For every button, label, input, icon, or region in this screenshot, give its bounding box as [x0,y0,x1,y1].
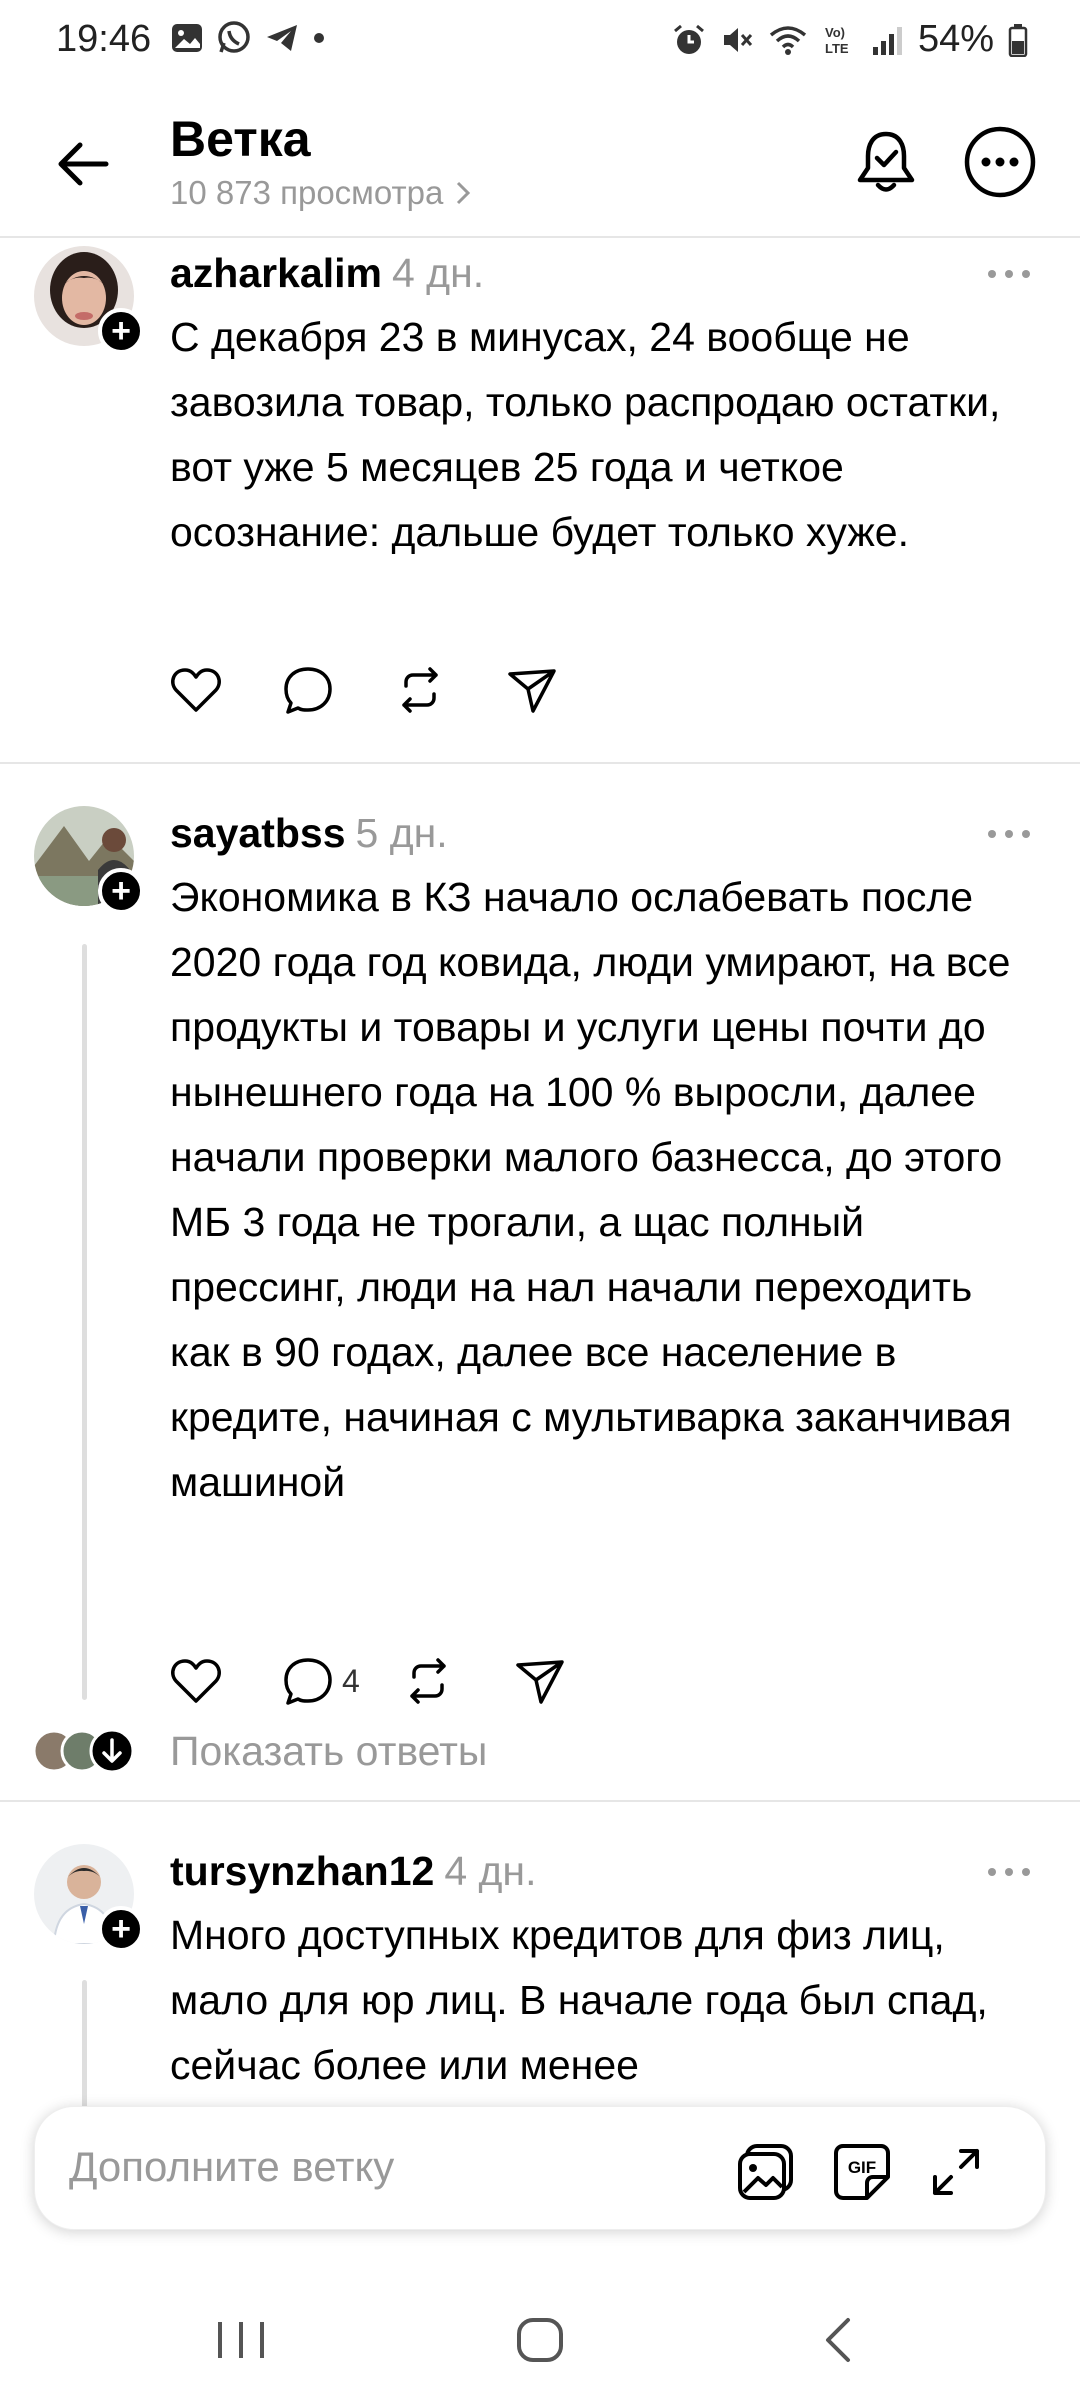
back-button[interactable] [48,128,120,200]
more-dots-icon [988,270,1030,278]
wifi-icon [769,25,807,55]
more-dots-icon [988,830,1030,838]
send-icon [508,669,556,713]
notification-icons [170,20,326,56]
show-replies-link[interactable]: Показать ответы [170,1728,487,1775]
gif-button[interactable]: GIF [831,2141,893,2203]
repost-icon [410,1658,446,1704]
show-replies-row[interactable]: Показать ответы [0,1716,1080,1786]
battery-icon [1008,23,1028,57]
back-chevron-icon [826,2318,850,2362]
repost-button[interactable] [392,660,448,720]
post-time: 5 дн. [355,810,448,856]
heart-icon [171,668,221,712]
post-text: Экономика в КЗ начало ослабевать после 2… [170,874,1012,1505]
post-actions [168,660,616,720]
repost-button[interactable] [400,1651,456,1711]
post-more-button[interactable] [984,1862,1034,1882]
repost-icon [402,667,438,713]
mute-icon [723,27,753,52]
dot-icon [314,33,324,43]
expand-composer-button[interactable] [925,2141,987,2203]
post-time: 4 дн. [391,250,485,296]
more-options-button[interactable] [962,124,1038,200]
post-divider [0,1800,1080,1802]
heart-icon [171,1659,221,1703]
chevron-right-icon [457,181,471,205]
signal-icon [872,26,902,55]
send-icon [516,1660,564,1704]
status-time: 19:46 [56,18,152,60]
post-actions: 4 [168,1651,624,1711]
reply-composer: GIF [34,2106,1046,2230]
thread-header: Ветка 10 873 просмотра [0,80,1080,238]
more-dots-icon [988,1868,1030,1876]
share-button[interactable] [504,660,560,720]
bell-check-icon [857,131,915,192]
share-button[interactable] [512,1651,568,1711]
system-nav-bar [0,2270,1080,2400]
notifications-button[interactable] [848,124,924,200]
thread-line [82,944,87,1700]
username[interactable]: tursynzhan12 [170,1848,434,1894]
follow-button[interactable]: + [98,868,144,914]
post-text: С декабря 23 в минусах, 24 вообще не зав… [170,314,1001,555]
arrow-left-icon [58,142,109,186]
volte-icon: Vo)LTE [825,25,849,56]
post-text: Много доступных кредитов для физ лиц, ма… [170,1912,988,2088]
attach-image-button[interactable] [735,2141,797,2203]
recent-apps-button[interactable] [206,2310,276,2370]
reply-avatars [32,1726,144,1776]
like-button[interactable] [168,660,224,720]
status-bar: 19:46 Vo) LTE 54% [0,0,1080,80]
more-horizontal-icon [964,126,1036,198]
reply-avatar-stack [32,1728,135,1774]
battery-percent: 54% [917,18,994,60]
reply-button[interactable]: 4 [280,1651,360,1711]
gallery-icon [172,24,202,52]
post-author[interactable]: tursynzhan12 4 дн. [170,1848,536,1895]
username[interactable]: azharkalim [170,250,382,296]
views-count: 10 873 просмотра [170,174,444,211]
reply-input[interactable] [69,2143,709,2191]
post-more-button[interactable] [984,824,1034,844]
gif-icon: GIF [834,2144,890,2200]
follow-button[interactable]: + [98,1906,144,1952]
post-more-button[interactable] [984,264,1034,284]
recents-icon [218,2322,264,2358]
system-back-button[interactable] [804,2310,874,2370]
home-button[interactable] [505,2310,575,2370]
like-button[interactable] [168,1651,224,1711]
post-time: 4 дн. [444,1848,537,1894]
alarm-icon [673,24,704,54]
comment-icon [284,667,332,714]
views-link[interactable]: 10 873 просмотра [170,174,473,212]
reply-count: 4 [342,1662,360,1699]
system-status: Vo) LTE 54% [672,18,1028,61]
comment-icon [284,1658,332,1705]
whatsapp-icon [218,21,250,53]
expand-icon [933,2149,979,2195]
reply-button[interactable] [280,660,336,720]
image-gallery-icon [738,2144,793,2200]
home-icon [517,2318,563,2362]
gif-label: GIF [848,2158,876,2177]
follow-button[interactable]: + [98,308,144,354]
post-author[interactable]: azharkalim 4 дн. [170,250,484,297]
telegram-icon [267,25,297,51]
post-divider [0,762,1080,764]
page-title: Ветка [170,111,311,167]
thread-line [82,1980,87,2110]
svg-text:Vo): Vo) [825,25,845,40]
username[interactable]: sayatbss [170,810,346,856]
svg-text:LTE: LTE [825,41,849,56]
post-author[interactable]: sayatbss 5 дн. [170,810,448,857]
